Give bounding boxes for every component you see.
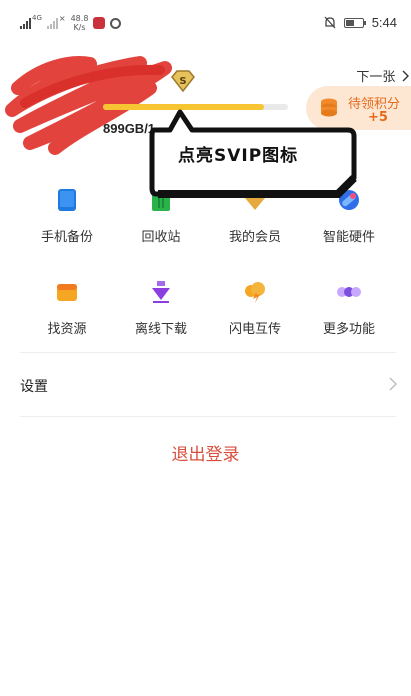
find-resources-icon (57, 284, 77, 301)
network-speed-value: 48.8 (70, 14, 89, 23)
logout-button[interactable]: 退出登录 (0, 440, 411, 465)
signal-strength-icon (20, 17, 31, 29)
grid-item-phone-backup[interactable]: 手机备份 (22, 188, 112, 248)
grid-label: 回收站 (141, 230, 181, 245)
flash-transfer-icon (245, 282, 265, 303)
grid-label: 找资源 (47, 322, 87, 337)
svip-badge-icon[interactable]: S (170, 70, 196, 92)
grid-label: 闪电互传 (228, 322, 281, 337)
signal-strength-secondary-icon (46, 17, 58, 29)
grid-item-flash-transfer[interactable]: 闪电互传 (210, 280, 300, 340)
svip-badge-letter: S (179, 76, 186, 87)
notification-app-icon (110, 17, 122, 29)
phone-backup-icon (58, 189, 76, 211)
status-bar: 4G × 48.8 K/s 5:44 (0, 0, 411, 48)
next-card-label: 下一张 (356, 69, 396, 84)
grid-label: 更多功能 (322, 322, 375, 337)
chevron-right-icon (402, 70, 409, 82)
battery-icon (343, 17, 366, 28)
settings-label: 设置 (20, 379, 48, 395)
status-bar-left: 4G × 48.8 K/s (20, 14, 122, 32)
callout-text: 点亮SVIP图标 (178, 146, 299, 166)
grid-item-more-functions[interactable]: 更多功能 (304, 280, 394, 340)
status-time: 5:44 (371, 15, 397, 30)
grid-item-find-resources[interactable]: 找资源 (22, 280, 112, 340)
grid-label: 我的会员 (228, 230, 281, 245)
settings-row[interactable]: 设置 (0, 353, 411, 415)
pending-points-value: +5 (368, 110, 388, 125)
mute-bell-icon (324, 16, 336, 29)
grid-item-offline-download[interactable]: 离线下载 (116, 280, 206, 340)
status-bar-right: 5:44 (324, 15, 397, 30)
next-card-link[interactable]: 下一张 (356, 66, 411, 85)
signal1-label: 4G (32, 14, 42, 22)
grid-label: 离线下载 (134, 322, 187, 337)
network-speed: 48.8 K/s (71, 14, 89, 32)
grid-label: 智能硬件 (322, 230, 375, 245)
chevron-right-icon (389, 377, 397, 391)
more-functions-icon (337, 287, 361, 297)
signal2-label: × (58, 14, 66, 23)
grid-label: 手机备份 (40, 230, 93, 245)
huawei-app-icon (93, 17, 106, 29)
offline-download-icon (152, 281, 170, 303)
divider (20, 416, 396, 417)
network-speed-unit: K/s (73, 23, 86, 32)
